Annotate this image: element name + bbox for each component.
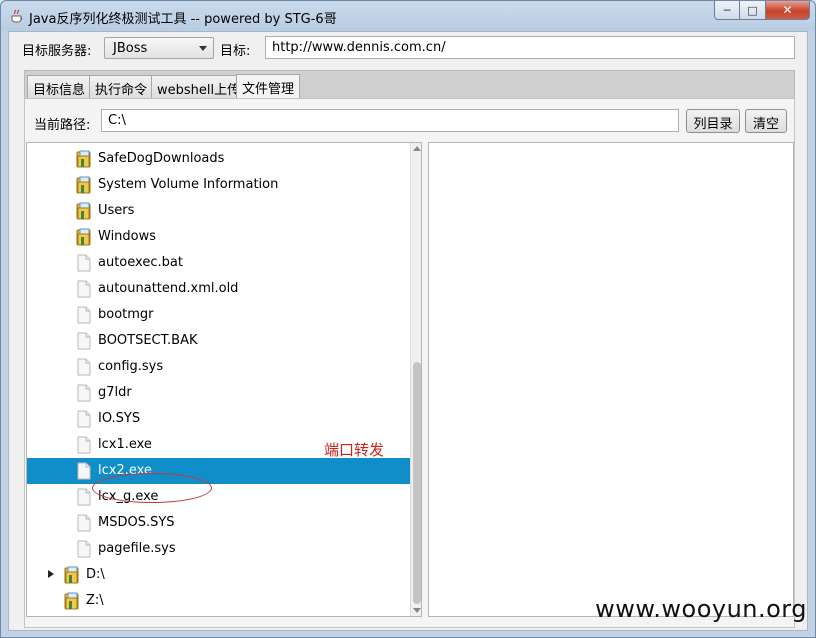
- tab-target-info[interactable]: 目标信息: [27, 75, 92, 99]
- file-icon: [76, 332, 92, 350]
- file-icon: [76, 410, 92, 428]
- file-icon: [76, 358, 92, 376]
- tree-item-label: autounattend.xml.old: [98, 281, 239, 296]
- tree-item-label: Windows: [98, 229, 157, 244]
- tree-drive-row[interactable]: Z:\: [27, 588, 410, 614]
- title-bar[interactable]: Java反序列化终极测试工具 -- powered by STG-6哥 ─ □ …: [1, 1, 815, 31]
- tree-file-row[interactable]: MSDOS.SYS: [27, 510, 410, 536]
- tree-item-label: MSDOS.SYS: [98, 515, 175, 530]
- file-icon: [76, 306, 92, 324]
- target-url-input[interactable]: http://www.dennis.com.cn/: [265, 36, 795, 59]
- expand-arrow-icon[interactable]: [48, 570, 54, 578]
- tree-item-label: bootmgr: [98, 307, 154, 322]
- drive-icon: [64, 592, 80, 610]
- folder-icon: [76, 228, 92, 246]
- tree-item-label: g7ldr: [98, 385, 132, 400]
- minimize-icon: ─: [723, 3, 731, 17]
- file-tree[interactable]: SafeDogDownloads System Volume Informatio…: [26, 142, 422, 617]
- folder-icon: [76, 176, 92, 194]
- scroll-down-icon[interactable]: [413, 608, 421, 613]
- file-icon: [76, 462, 92, 480]
- folder-icon: [76, 150, 92, 168]
- window-title: Java反序列化终极测试工具 -- powered by STG-6哥: [29, 12, 337, 27]
- chevron-down-icon: [199, 46, 207, 51]
- tree-folder-row[interactable]: Windows: [27, 224, 410, 250]
- tree-item-label: D:\: [86, 567, 105, 582]
- tree-folder-row[interactable]: Users: [27, 198, 410, 224]
- tree-file-row[interactable]: IO.SYS: [27, 406, 410, 432]
- tree-folder-row[interactable]: SafeDogDownloads: [27, 146, 410, 172]
- tree-file-row[interactable]: g7ldr: [27, 380, 410, 406]
- file-icon: [76, 384, 92, 402]
- file-icon: [76, 280, 92, 298]
- target-label: 目标:: [220, 44, 251, 59]
- tab-exec-command[interactable]: 执行命令: [89, 75, 154, 99]
- file-icon: [76, 436, 92, 454]
- tree-file-row[interactable]: autoexec.bat: [27, 250, 410, 276]
- file-icon: [76, 540, 92, 558]
- close-icon: ✕: [782, 3, 793, 17]
- tree-drive-row[interactable]: D:\: [27, 562, 410, 588]
- tree-item-label: lcx1.exe: [98, 437, 152, 452]
- tab-file-manager[interactable]: 文件管理: [236, 74, 301, 100]
- tree-item-label: autoexec.bat: [98, 255, 183, 270]
- tree-item-label: BOOTSECT.BAK: [98, 333, 198, 348]
- file-manager-panel: 当前路径: C:\ 列目录 清空 SafeDogDownloads System …: [24, 98, 795, 628]
- tree-item-label: pagefile.sys: [98, 541, 176, 556]
- tree-item-label: Z:\: [86, 593, 104, 608]
- maximize-icon: □: [747, 3, 758, 17]
- path-input[interactable]: C:\: [101, 109, 679, 132]
- tree-file-row[interactable]: autounattend.xml.old: [27, 276, 410, 302]
- client-area: 目标服务器: JBoss 目标: http://www.dennis.com.c…: [8, 31, 808, 631]
- tree-item-label: System Volume Information: [98, 177, 279, 192]
- folder-icon: [76, 202, 92, 220]
- tree-file-row[interactable]: pagefile.sys: [27, 536, 410, 562]
- maximize-button[interactable]: □: [740, 1, 766, 20]
- tree-scrollbar[interactable]: [410, 143, 421, 616]
- tree-item-label: SafeDogDownloads: [98, 151, 225, 166]
- app-window: Java反序列化终极测试工具 -- powered by STG-6哥 ─ □ …: [0, 0, 816, 638]
- watermark: www.wooyun.org: [595, 595, 807, 623]
- server-label: 目标服务器:: [22, 44, 92, 59]
- drive-icon: [64, 566, 80, 584]
- annotation-text: 端口转发: [324, 441, 385, 459]
- tree-file-row[interactable]: config.sys: [27, 354, 410, 380]
- minimize-button[interactable]: ─: [714, 1, 740, 20]
- tree-item-label: config.sys: [98, 359, 164, 374]
- scroll-up-icon[interactable]: [413, 146, 421, 151]
- tab-webshell-upload[interactable]: webshell上传: [151, 75, 247, 99]
- java-cup-icon: [11, 9, 23, 23]
- tree-item-label: Users: [98, 203, 135, 218]
- clear-button[interactable]: 清空: [745, 109, 787, 133]
- file-icon: [76, 488, 92, 506]
- tree-folder-row[interactable]: System Volume Information: [27, 172, 410, 198]
- close-button[interactable]: ✕: [766, 1, 810, 20]
- file-icon: [76, 254, 92, 272]
- list-directory-button[interactable]: 列目录: [686, 109, 740, 133]
- tree-file-row[interactable]: lcx_g.exe: [27, 484, 410, 510]
- server-select-value: JBoss: [113, 41, 148, 56]
- tree-file-row[interactable]: lcx2.exe: [27, 458, 410, 484]
- highlight-oval: [92, 473, 212, 503]
- file-content-pane[interactable]: [428, 142, 794, 617]
- server-select[interactable]: JBoss: [104, 37, 214, 59]
- scroll-thumb[interactable]: [413, 362, 421, 604]
- tree-file-row[interactable]: bootmgr: [27, 302, 410, 328]
- path-label: 当前路径:: [34, 118, 91, 133]
- tree-item-label: IO.SYS: [98, 411, 141, 426]
- file-icon: [76, 514, 92, 532]
- tab-strip: 目标信息 执行命令 webshell上传 文件管理: [24, 70, 795, 100]
- tree-file-row[interactable]: BOOTSECT.BAK: [27, 328, 410, 354]
- window-controls: ─ □ ✕: [714, 1, 810, 20]
